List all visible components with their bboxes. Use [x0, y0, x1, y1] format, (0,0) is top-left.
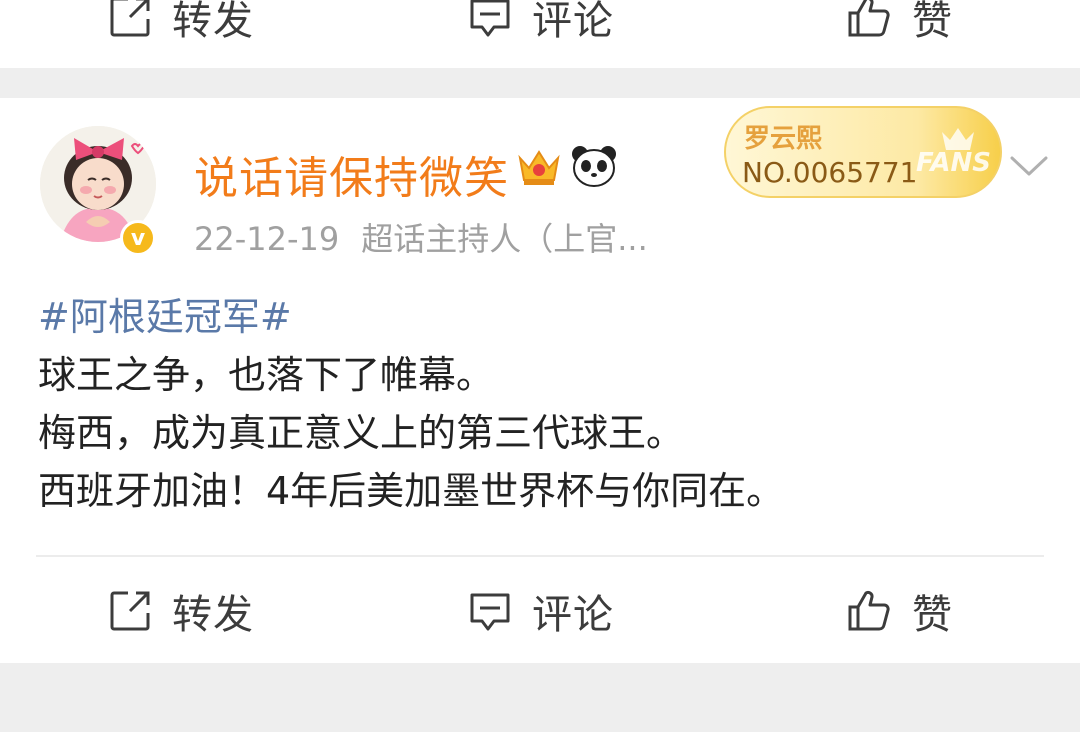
like-icon [848, 0, 890, 37]
repost-label: 转发 [172, 0, 254, 44]
post-action-bar: 转发 评论 赞 [0, 576, 1080, 646]
repost-icon [110, 0, 150, 37]
post-line-1: 球王之争，也落下了帷幕。 [38, 353, 495, 397]
post-hashtag[interactable]: #阿根廷冠军# [38, 288, 784, 346]
like-button[interactable]: 赞 [846, 0, 953, 52]
fans-card-number: NO.0065771 [742, 156, 918, 189]
verified-badge: v [120, 220, 156, 256]
like-button[interactable]: 赞 [846, 576, 953, 646]
crown-icon [518, 150, 560, 185]
like-label: 赞 [912, 0, 953, 44]
chevron-down-icon[interactable] [1008, 154, 1050, 180]
repost-button[interactable]: 转发 [108, 0, 254, 52]
repost-icon [110, 591, 150, 631]
divider [36, 555, 1044, 557]
post-card: v 说话请保持微笑 22-12-19 超话主持人（上官... 罗云熙 NO.006… [0, 98, 1080, 663]
previous-post-action-bar: 转发 评论 赞 [0, 0, 1080, 68]
repost-button[interactable]: 转发 [108, 576, 254, 646]
fans-badge-card[interactable]: 罗云熙 NO.0065771 FANS [724, 106, 1002, 198]
comment-button[interactable]: 评论 [468, 0, 614, 52]
panda-icon [572, 146, 616, 187]
like-icon [848, 590, 890, 631]
username[interactable]: 说话请保持微笑 [194, 142, 509, 206]
comment-icon [470, 593, 510, 631]
post-line-2: 梅西，成为真正意义上的第三代球王。 [38, 411, 685, 455]
post-content: #阿根廷冠军# 球王之争，也落下了帷幕。 梅西，成为真正意义上的第三代球王。 西… [38, 288, 784, 520]
comment-button[interactable]: 评论 [468, 576, 614, 646]
comment-label: 评论 [532, 592, 614, 638]
post-line-3: 西班牙加油！4年后美加墨世界杯与你同在。 [38, 469, 785, 513]
post-meta: 22-12-19 超话主持人（上官... [194, 214, 648, 260]
comment-icon [470, 0, 510, 37]
post-date: 22-12-19 [194, 220, 340, 258]
fans-card-mark: FANS [916, 148, 992, 178]
post-source: 超话主持人（上官... [361, 220, 648, 258]
fans-card-name: 罗云熙 [744, 124, 823, 154]
comment-label: 评论 [532, 0, 614, 44]
repost-label: 转发 [172, 592, 254, 638]
like-label: 赞 [912, 592, 953, 638]
